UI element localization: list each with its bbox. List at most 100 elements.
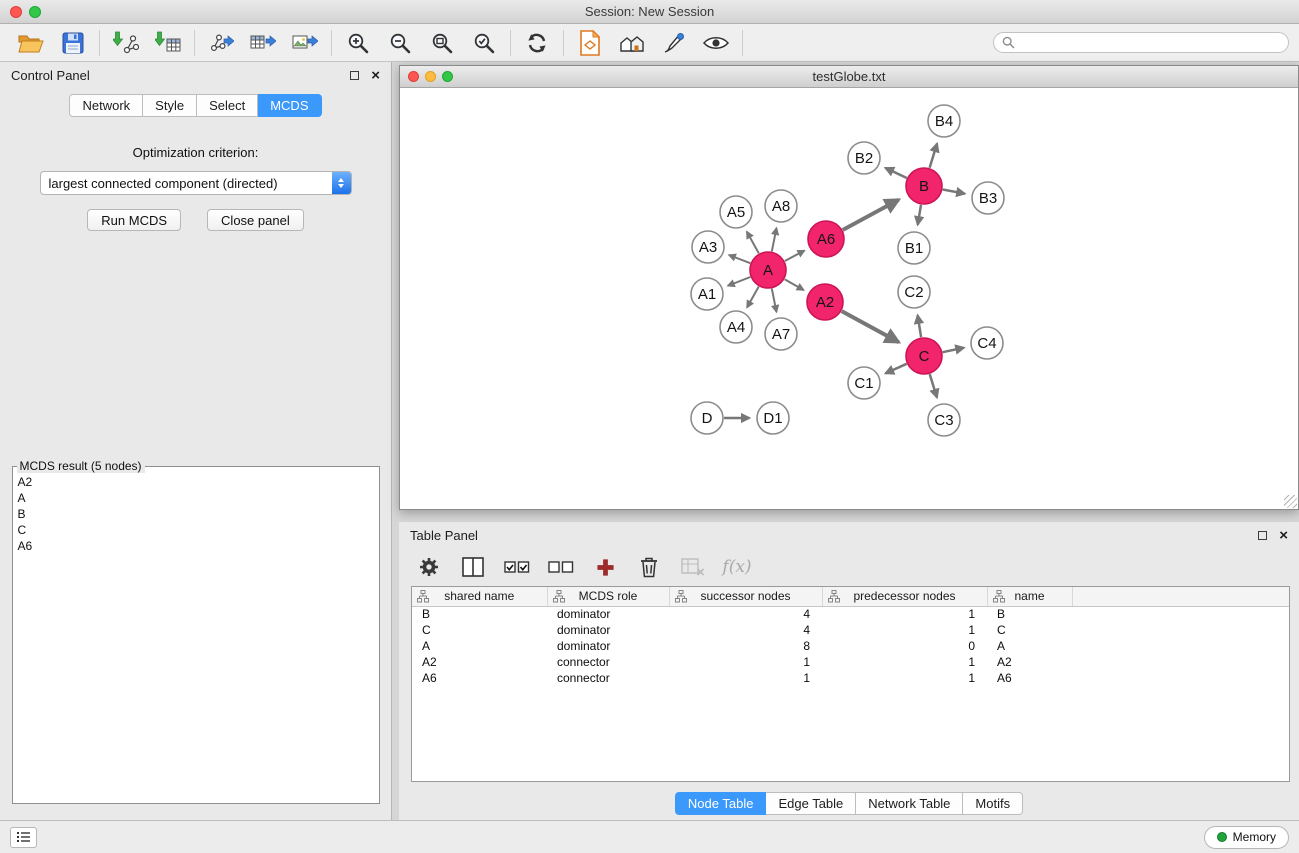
edge-C-C4[interactable] bbox=[943, 348, 964, 353]
cell-MCDS-role[interactable]: dominator bbox=[547, 638, 669, 654]
close-window-button[interactable] bbox=[10, 6, 22, 18]
node-A7[interactable]: A7 bbox=[765, 318, 797, 350]
unselect-all-button[interactable] bbox=[547, 553, 575, 581]
node-C[interactable]: C bbox=[906, 338, 942, 374]
node-C2[interactable]: C2 bbox=[898, 276, 930, 308]
edge-B-B3[interactable] bbox=[943, 190, 965, 194]
edge-A-A8[interactable] bbox=[772, 228, 777, 251]
edge-B-B1[interactable] bbox=[918, 205, 921, 225]
table-settings-button[interactable] bbox=[415, 553, 443, 581]
tab-motifs[interactable]: Motifs bbox=[963, 792, 1023, 815]
cell-name[interactable]: C bbox=[987, 622, 1072, 638]
node-D[interactable]: D bbox=[691, 402, 723, 434]
function-builder-button[interactable]: f(x) bbox=[723, 553, 751, 581]
close-table-panel-icon[interactable]: × bbox=[1279, 528, 1288, 543]
node-B1[interactable]: B1 bbox=[898, 232, 930, 264]
export-image-button[interactable] bbox=[284, 27, 326, 59]
zoom-out-button[interactable] bbox=[379, 27, 421, 59]
node-A3[interactable]: A3 bbox=[692, 231, 724, 263]
network-zoom-button[interactable] bbox=[442, 71, 453, 82]
cell-name[interactable]: A6 bbox=[987, 670, 1072, 686]
node-B4[interactable]: B4 bbox=[928, 105, 960, 137]
node-C4[interactable]: C4 bbox=[971, 327, 1003, 359]
table-row[interactable]: Cdominator41C bbox=[412, 622, 1289, 638]
show-columns-button[interactable] bbox=[459, 553, 487, 581]
add-column-button[interactable] bbox=[591, 553, 619, 581]
cell-shared-name[interactable]: A bbox=[412, 638, 547, 654]
node-A6[interactable]: A6 bbox=[808, 221, 844, 257]
network-minimize-button[interactable] bbox=[425, 71, 436, 82]
cell-MCDS-role[interactable]: dominator bbox=[547, 622, 669, 638]
float-panel-icon[interactable] bbox=[350, 71, 359, 80]
cell-successor-nodes[interactable]: 4 bbox=[669, 606, 822, 622]
delete-column-button[interactable] bbox=[635, 553, 663, 581]
cell-name[interactable]: A bbox=[987, 638, 1072, 654]
window-resize-grip[interactable] bbox=[1284, 495, 1297, 508]
search-input[interactable] bbox=[1020, 36, 1280, 50]
column-header-shared-name[interactable]: shared name bbox=[412, 587, 547, 606]
edge-A6-B[interactable] bbox=[843, 200, 899, 230]
mcds-result-item[interactable]: A bbox=[15, 490, 377, 506]
edge-A-A6[interactable] bbox=[785, 251, 805, 262]
tab-network-table[interactable]: Network Table bbox=[856, 792, 963, 815]
select-all-button[interactable] bbox=[503, 553, 531, 581]
node-B2[interactable]: B2 bbox=[848, 142, 880, 174]
mcds-result-list[interactable]: A2ABCA6 bbox=[15, 474, 377, 802]
home-button[interactable] bbox=[611, 27, 653, 59]
mcds-result-item[interactable]: A2 bbox=[15, 474, 377, 490]
node-A4[interactable]: A4 bbox=[720, 311, 752, 343]
cell-successor-nodes[interactable]: 1 bbox=[669, 654, 822, 670]
tab-mcds[interactable]: MCDS bbox=[258, 94, 321, 117]
tab-style[interactable]: Style bbox=[143, 94, 197, 117]
table-row[interactable]: A6connector11A6 bbox=[412, 670, 1289, 686]
node-A1[interactable]: A1 bbox=[691, 278, 723, 310]
zoom-window-button[interactable] bbox=[29, 6, 41, 18]
tab-node-table[interactable]: Node Table bbox=[675, 792, 767, 815]
export-table-button[interactable] bbox=[242, 27, 284, 59]
node-A[interactable]: A bbox=[750, 252, 786, 288]
mcds-result-item[interactable]: A6 bbox=[15, 538, 377, 554]
column-header-name[interactable]: name bbox=[987, 587, 1072, 606]
cell-predecessor-nodes[interactable]: 1 bbox=[822, 622, 987, 638]
edge-A2-C[interactable] bbox=[842, 311, 899, 342]
mcds-result-item[interactable]: C bbox=[15, 522, 377, 538]
edge-A-A5[interactable] bbox=[747, 232, 759, 254]
import-table-button[interactable] bbox=[147, 27, 189, 59]
tab-edge-table[interactable]: Edge Table bbox=[766, 792, 856, 815]
column-header-MCDS-role[interactable]: MCDS role bbox=[547, 587, 669, 606]
edge-A-A3[interactable] bbox=[729, 255, 750, 263]
edge-A-A2[interactable] bbox=[785, 279, 804, 290]
memory-button[interactable]: Memory bbox=[1204, 826, 1289, 849]
float-table-panel-icon[interactable] bbox=[1258, 531, 1267, 540]
node-C1[interactable]: C1 bbox=[848, 367, 880, 399]
cell-shared-name[interactable]: A6 bbox=[412, 670, 547, 686]
node-table-container[interactable]: shared nameMCDS rolesuccessor nodesprede… bbox=[411, 586, 1290, 782]
cell-successor-nodes[interactable]: 4 bbox=[669, 622, 822, 638]
zoom-in-button[interactable] bbox=[337, 27, 379, 59]
cell-name[interactable]: A2 bbox=[987, 654, 1072, 670]
task-history-button[interactable] bbox=[10, 827, 37, 848]
delete-table-button[interactable] bbox=[679, 553, 707, 581]
refresh-layout-button[interactable] bbox=[516, 27, 558, 59]
table-row[interactable]: A2connector11A2 bbox=[412, 654, 1289, 670]
cell-successor-nodes[interactable]: 8 bbox=[669, 638, 822, 654]
edge-C-C3[interactable] bbox=[930, 374, 937, 398]
column-header-successor-nodes[interactable]: successor nodes bbox=[669, 587, 822, 606]
table-row[interactable]: Bdominator41B bbox=[412, 606, 1289, 622]
node-D1[interactable]: D1 bbox=[757, 402, 789, 434]
mcds-result-item[interactable]: B bbox=[15, 506, 377, 522]
zoom-selected-button[interactable] bbox=[463, 27, 505, 59]
cell-MCDS-role[interactable]: connector bbox=[547, 654, 669, 670]
cell-successor-nodes[interactable]: 1 bbox=[669, 670, 822, 686]
cell-predecessor-nodes[interactable]: 1 bbox=[822, 606, 987, 622]
cell-shared-name[interactable]: A2 bbox=[412, 654, 547, 670]
node-A5[interactable]: A5 bbox=[720, 196, 752, 228]
optimization-criterion-select[interactable]: largest connected component (directed) bbox=[40, 171, 352, 195]
edge-A-A7[interactable] bbox=[772, 289, 777, 312]
import-network-button[interactable] bbox=[105, 27, 147, 59]
tab-select[interactable]: Select bbox=[197, 94, 258, 117]
export-network-button[interactable] bbox=[200, 27, 242, 59]
node-C3[interactable]: C3 bbox=[928, 404, 960, 436]
node-B[interactable]: B bbox=[906, 168, 942, 204]
edge-B-B2[interactable] bbox=[885, 168, 907, 178]
